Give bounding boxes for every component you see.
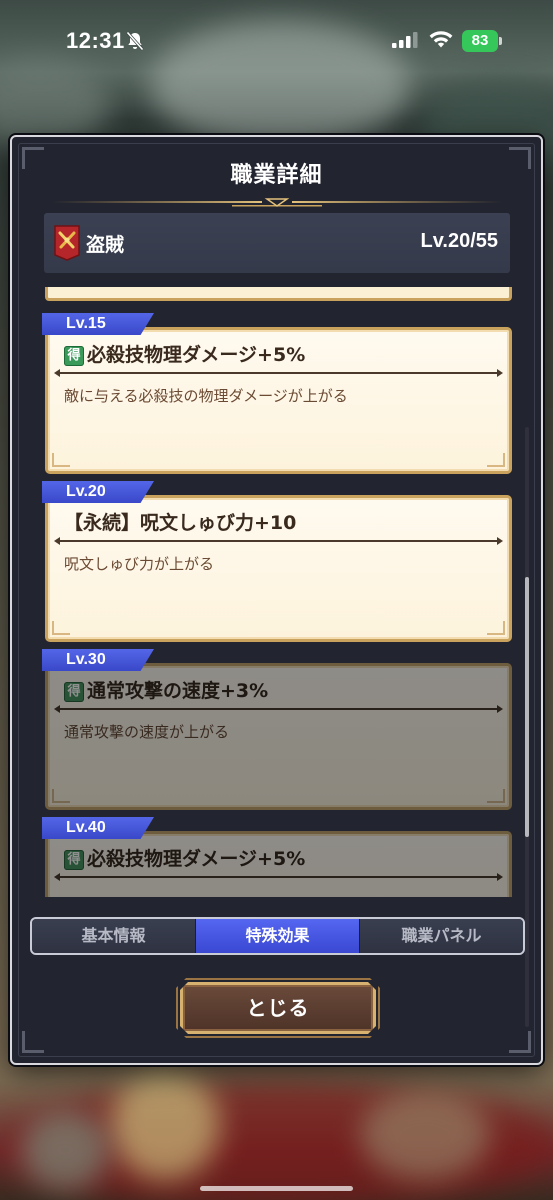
title-divider-ornament [52,198,502,207]
job-detail-dialog: 職業詳細 盗賊 Lv.20/55 得必殺技物理ダメージ+5% 敵に与える必殺技の… [10,135,543,1065]
job-header: 盗賊 Lv.20/55 [44,213,510,273]
job-level: Lv.20/55 [420,230,498,252]
divider-line [54,369,503,377]
battery-level: 83 [462,30,498,52]
effect-item-locked: 得通常攻撃の速度+3% 通常攻撃の速度が上がる Lv.30 [42,649,518,814]
divider-line [54,873,503,881]
previous-effect-card-edge [45,287,512,301]
effect-description: 敵に与える必殺技の物理ダメージが上がる [64,387,348,405]
effect-card: 得通常攻撃の速度+3% 通常攻撃の速度が上がる [45,663,512,810]
cellular-signal-icon [392,32,418,48]
divider-line [54,705,503,713]
effect-name: 【永続】呪文しゅび力+10 [64,512,297,534]
dialog-title: 職業詳細 [230,163,323,188]
effect-item-locked: 得必殺技物理ダメージ+5% Lv.40 [42,817,518,897]
home-indicator [200,1186,353,1191]
battery-icon: 83 [462,30,504,52]
wifi-icon [429,31,453,48]
level-tag: Lv.20 [42,481,154,503]
tab-job-panel[interactable]: 職業パネル [360,919,523,953]
learn-badge-icon: 得 [64,682,84,702]
special-effects-list[interactable]: 得必殺技物理ダメージ+5% 敵に与える必殺技の物理ダメージが上がる Lv.15 … [42,287,518,897]
bell-slash-icon [126,31,144,51]
effect-item: 得必殺技物理ダメージ+5% 敵に与える必殺技の物理ダメージが上がる Lv.15 [42,313,518,478]
learn-badge-icon: 得 [64,346,84,366]
job-name: 盗賊 [86,234,125,256]
divider-line [54,537,503,545]
effect-name: 得必殺技物理ダメージ+5% [64,844,305,871]
status-bar: 12:31 83 [0,0,553,80]
tab-basic-info[interactable]: 基本情報 [32,919,196,953]
scrollbar-thumb[interactable] [525,577,529,837]
level-tag: Lv.15 [42,313,154,335]
effect-card: 得必殺技物理ダメージ+5% 敵に与える必殺技の物理ダメージが上がる [45,327,512,474]
close-button[interactable]: とじる [180,982,376,1034]
effect-description: 通常攻撃の速度が上がる [64,723,230,741]
effect-card: 得必殺技物理ダメージ+5% [45,831,512,897]
tab-special-effects[interactable]: 特殊効果 [196,919,360,953]
tab-bar: 基本情報 特殊効果 職業パネル [30,917,525,955]
effect-name: 得通常攻撃の速度+3% [64,676,268,703]
status-time: 12:31 [66,28,125,53]
learn-badge-icon: 得 [64,850,84,870]
level-tag: Lv.40 [42,817,154,839]
effect-card: 【永続】呪文しゅび力+10 呪文しゅび力が上がる [45,495,512,642]
level-tag: Lv.30 [42,649,154,671]
effect-item: 【永続】呪文しゅび力+10 呪文しゅび力が上がる Lv.20 [42,481,518,646]
thief-emblem-icon [54,225,80,261]
effect-name: 得必殺技物理ダメージ+5% [64,340,305,367]
effect-description: 呪文しゅび力が上がる [64,555,215,573]
